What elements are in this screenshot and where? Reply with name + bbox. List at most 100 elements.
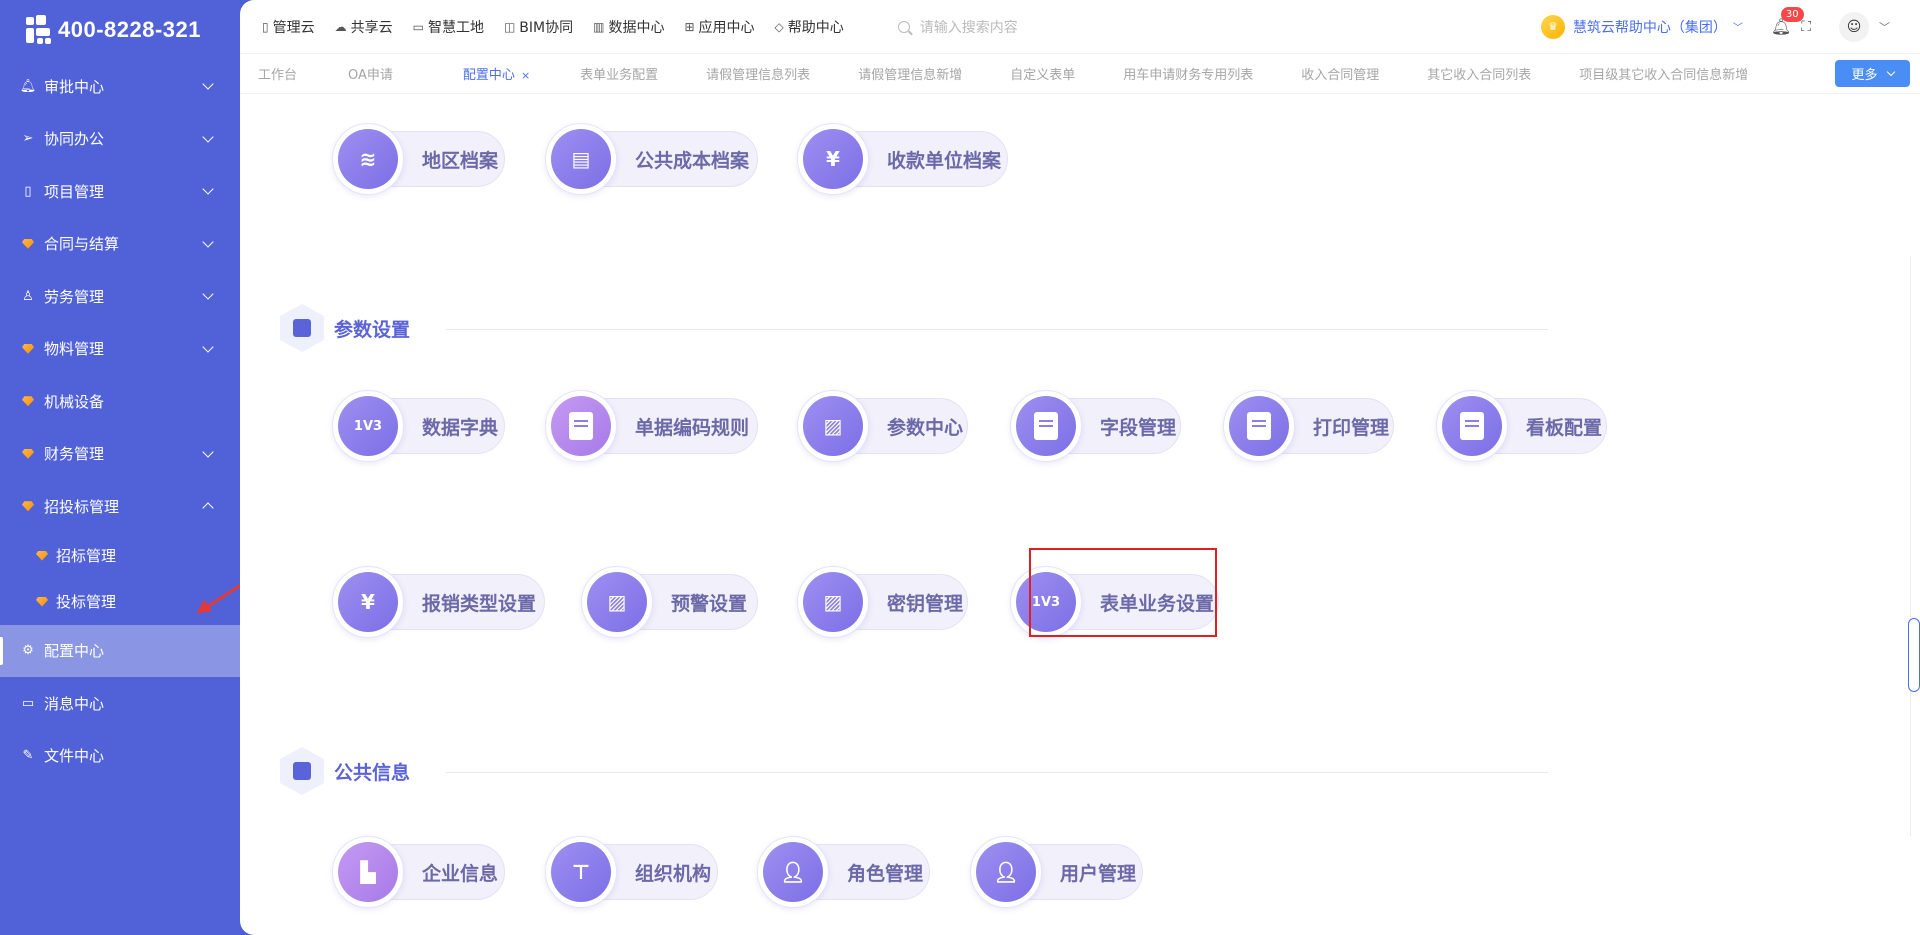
card-field-management[interactable]: 字段管理 [1010, 390, 1181, 462]
tab-car-finance-list[interactable]: 用车申请财务专用列表 [1123, 64, 1253, 83]
nav-link-share-cloud[interactable]: ☁︎ 共享云 [335, 17, 393, 37]
card-board-config[interactable]: 看板配置 [1436, 390, 1607, 462]
card-user-management[interactable]: 👤︎ 用户管理 [970, 836, 1143, 908]
card-print-management[interactable]: 打印管理 [1223, 390, 1394, 462]
scrollbar-track[interactable] [1910, 256, 1920, 836]
tab-other-income-list[interactable]: 其它收入合同列表 [1427, 64, 1531, 83]
cloud-icon: ☁︎ [334, 19, 347, 34]
picture-icon: ▨ [803, 572, 863, 632]
nav-link-data-center[interactable]: ▥ 数据中心 [593, 17, 664, 37]
notification-badge: 30 [1780, 7, 1804, 22]
user-lock-icon: 👤︎ [763, 842, 823, 902]
chevron-down-icon [202, 78, 214, 90]
gem-icon [36, 593, 48, 611]
chevron-down-icon [202, 288, 214, 300]
card-label: 数据字典 [422, 416, 499, 439]
chevron-down-icon [202, 446, 214, 458]
sidebar-item-files[interactable]: ✎ 文件中心 [0, 730, 240, 783]
document-icon [1460, 412, 1484, 440]
gem-icon [20, 341, 36, 357]
tab-label: 配置中心 [462, 68, 515, 83]
card-data-dictionary[interactable]: 1V3 数据字典 [332, 390, 505, 462]
card-enterprise-info[interactable]: ▙ 企业信息 [332, 836, 505, 908]
tab-income-contract[interactable]: 收入合同管理 [1301, 64, 1379, 83]
sidebar-item-label: 劳务管理 [44, 287, 105, 306]
sidebar-item-label: 配置中心 [44, 642, 105, 661]
nav-link-manage-cloud[interactable]: ▯ 管理云 [262, 17, 315, 37]
tab-form-business-config[interactable]: 表单业务配置 [580, 64, 658, 83]
picture-icon: ▨ [587, 572, 647, 632]
nav-link-help-center[interactable]: ◇ 帮助中心 [775, 17, 844, 37]
bar-chart-icon: ▥ [593, 19, 605, 34]
more-button[interactable]: 更多 [1835, 60, 1910, 87]
card-key-management[interactable]: ▨ 密钥管理 [797, 566, 968, 638]
sidebar-item-contract[interactable]: 合同与结算 [0, 218, 240, 271]
tab-leave-new[interactable]: 请假管理信息新增 [858, 64, 962, 83]
notification-button[interactable]: 🔔︎ 30 [1771, 7, 1804, 36]
logo-text: 400-8228-321 [58, 17, 202, 42]
tab-leave-list[interactable]: 请假管理信息列表 [706, 64, 810, 83]
search-input[interactable]: 请输入搜索内容 [897, 17, 1198, 37]
card-param-center[interactable]: ▨ 参数中心 [797, 390, 968, 462]
chevron-down-icon: ﹀ [1732, 23, 1743, 34]
chevron-down-icon[interactable]: ﹀ [1879, 19, 1890, 35]
nav-link-smart-site[interactable]: ▭ 智慧工地 [413, 17, 484, 37]
sidebar-item-machinery[interactable]: 机械设备 [0, 375, 240, 428]
close-icon[interactable]: × [521, 69, 530, 82]
nav-link-app-center[interactable]: ⊞ 应用中心 [684, 17, 754, 37]
logo[interactable]: 400-8228-321 [0, 0, 240, 60]
sidebar-item-project[interactable]: ▯ 项目管理 [0, 165, 240, 218]
sidebar-item-bidding[interactable]: 招投标管理 [0, 480, 240, 533]
section-divider [446, 772, 1548, 773]
tag-icon [280, 747, 324, 795]
card-alert-settings[interactable]: ▨ 预警设置 [581, 566, 758, 638]
card-region-archive[interactable]: ≋ 地区档案 [332, 123, 505, 195]
card-public-cost-archive[interactable]: ▤ 公共成本档案 [545, 123, 758, 195]
tab-workbench[interactable]: 工作台 [258, 64, 297, 83]
main-panel: ▯ 管理云 ☁︎ 共享云 ▭ 智慧工地 ◫ BIM协同 ▥ 数据中心 ⊞ 应用中心 ◇ 帮助中… [240, 0, 1920, 935]
building-icon: ▙ [338, 842, 398, 902]
tab-config-center[interactable]: 配置中心 × [463, 64, 530, 83]
nav-link-label: 共享云 [350, 19, 393, 36]
sidebar-item-label: 投标管理 [56, 593, 117, 611]
gem-icon [20, 446, 36, 462]
sidebar-item-approval[interactable]: 🔔︎ 审批中心 [0, 60, 240, 113]
diamond-icon: ◇ [774, 19, 784, 34]
chevron-down-icon [202, 131, 214, 143]
avatar[interactable]: ☺ [1839, 11, 1869, 42]
cube-icon: ◫ [503, 19, 516, 34]
card-doc-code-rule[interactable]: 单据编码规则 [545, 390, 758, 462]
tab-oa-apply[interactable]: OA申请 [348, 64, 393, 83]
chevron-down-icon [202, 183, 214, 195]
tab-custom-form[interactable]: 自定义表单 [1010, 64, 1075, 83]
sidebar-item-config[interactable]: ⚙︎ 配置中心 [0, 624, 240, 677]
send-icon: ➢ [22, 131, 34, 147]
sidebar-item-label: 物料管理 [44, 340, 105, 359]
sidebar-item-material[interactable]: 物料管理 [0, 323, 240, 376]
sidebar-item-messages[interactable]: ▭ 消息中心 [0, 677, 240, 730]
org-chart-icon: ⊤ [551, 842, 611, 902]
card-expense-type-settings[interactable]: ¥ 报销类型设置 [332, 566, 545, 638]
chevron-down-icon [202, 236, 214, 248]
card-label: 密钥管理 [887, 592, 964, 615]
help-center-selector[interactable]: ♛ 慧筑云帮助中心（集团） ﹀ [1540, 14, 1743, 39]
sidebar-subitem-tender[interactable]: 招标管理 [0, 533, 240, 579]
fullscreen-icon[interactable]: ⛶ [1801, 19, 1811, 35]
card-role-management[interactable]: 👤︎ 角色管理 [757, 836, 930, 908]
user-gear-icon: 👤︎ [976, 842, 1036, 902]
card-payee-archive[interactable]: ¥ 收款单位档案 [797, 123, 1008, 195]
sidebar-item-label: 机械设备 [44, 392, 105, 411]
scrollbar-thumb[interactable] [1908, 618, 1920, 692]
sidebar-item-labor[interactable]: ♙ 劳务管理 [0, 270, 240, 323]
card-label: 参数中心 [887, 416, 964, 439]
document-icon [569, 412, 593, 440]
sidebar: 400-8228-321 🔔︎ 审批中心 ➢ 协同办公 ▯ 项目管理 合同与结算… [0, 0, 240, 935]
tab-project-other-income-new[interactable]: 项目级其它收入合同信息新增 [1579, 64, 1748, 83]
nav-link-bim[interactable]: ◫ BIM协同 [504, 17, 573, 37]
bell-icon: 🔔︎ [19, 78, 37, 94]
card-organization[interactable]: ⊤ 组织机构 [545, 836, 718, 908]
sidebar-item-finance[interactable]: 财务管理 [0, 428, 240, 481]
top-navigation: ▯ 管理云 ☁︎ 共享云 ▭ 智慧工地 ◫ BIM协同 ▥ 数据中心 ⊞ 应用中心 ◇ 帮助中… [240, 0, 1920, 54]
sidebar-item-collab[interactable]: ➢ 协同办公 [0, 113, 240, 166]
card-label: 单据编码规则 [635, 416, 750, 439]
